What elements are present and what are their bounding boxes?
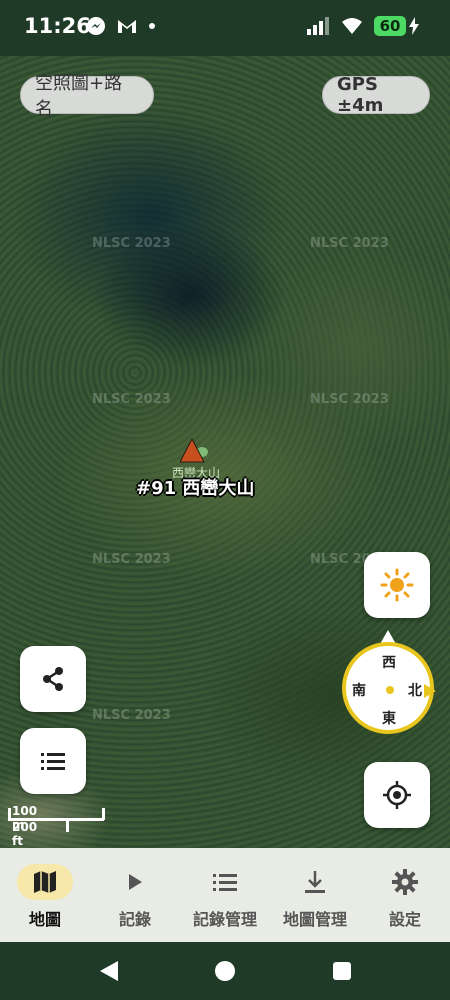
system-navigation-bar: [0, 942, 450, 1000]
bottom-navigation: 地圖 記錄 記錄管理 地圖管理 設定: [0, 848, 450, 942]
gmail-icon: [118, 20, 136, 33]
wifi-icon: [342, 18, 362, 34]
nav-label: 地圖: [28, 910, 61, 929]
nav-item-map-manage[interactable]: 地圖管理: [270, 848, 360, 942]
peak-label[interactable]: #91 西巒大山: [136, 474, 254, 500]
status-bar: 11:26 60: [0, 0, 450, 56]
nav-icon-container: [197, 864, 253, 900]
compass-north-arrow-icon: [424, 684, 436, 698]
nav-icon-container: [377, 864, 433, 900]
map-watermark: NLSC 2023: [92, 236, 171, 251]
gear-icon: [392, 869, 418, 895]
nav-icon-container: [107, 864, 163, 900]
notification-icons: [86, 16, 156, 36]
compass-right-label: 北: [408, 683, 422, 699]
battery-icon: 60: [374, 16, 420, 36]
compass[interactable]: 西 南 北 東: [342, 642, 434, 734]
nav-item-settings[interactable]: 設定: [360, 848, 450, 942]
gps-accuracy-button[interactable]: GPS ±4m: [322, 74, 430, 116]
map-view[interactable]: NLSC 2023 NLSC 2023 NLSC 2023 NLSC 2023 …: [0, 56, 450, 848]
back-icon[interactable]: [98, 960, 120, 982]
charging-icon: [409, 17, 419, 35]
messenger-icon: [87, 17, 105, 35]
locate-icon: [383, 781, 411, 809]
nav-item-map[interactable]: 地圖: [0, 848, 90, 942]
compass-center-dot: [386, 686, 394, 694]
my-location-button[interactable]: [364, 762, 430, 828]
scale-imperial: 200 ft: [12, 820, 38, 848]
home-icon[interactable]: [214, 960, 236, 982]
scale-tick: [102, 808, 105, 820]
system-icons: 60: [306, 16, 420, 36]
map-layer-button[interactable]: 空照圖+路名: [20, 73, 154, 120]
compass-left-label: 南: [352, 683, 366, 699]
brightness-button[interactable]: [364, 552, 430, 618]
compass-bottom-label: 東: [382, 711, 396, 727]
scale-tick: [66, 820, 69, 832]
nav-icon-container: [17, 864, 73, 900]
map-watermark: NLSC 2023: [310, 392, 389, 407]
nav-label: 地圖管理: [282, 910, 347, 929]
nav-label: 記錄管理: [192, 910, 257, 929]
signal-icon: [307, 17, 329, 35]
battery-level: 60: [374, 16, 406, 36]
nav-label: 設定: [388, 910, 421, 929]
nav-label: 記錄: [118, 910, 151, 929]
dot-icon: [149, 23, 155, 29]
nav-item-record[interactable]: 記錄: [90, 848, 180, 942]
map-icon: [34, 871, 56, 893]
peak-marker-icon[interactable]: [180, 438, 208, 464]
scale-tick: [8, 808, 11, 820]
share-button[interactable]: [20, 646, 86, 712]
scale-bar: [8, 818, 104, 821]
share-icon: [43, 667, 63, 691]
map-watermark: NLSC 2023: [92, 392, 171, 407]
map-watermark: NLSC 2023: [92, 708, 171, 723]
status-time: 11:26: [24, 14, 91, 38]
recents-icon[interactable]: [332, 961, 352, 981]
list-icon: [213, 874, 237, 891]
download-icon: [305, 871, 325, 893]
map-watermark: NLSC 2023: [92, 552, 171, 567]
play-icon: [129, 874, 142, 890]
sun-icon: [380, 568, 414, 602]
list-icon: [41, 753, 65, 770]
list-button[interactable]: [20, 728, 86, 794]
nav-icon-container: [287, 864, 343, 900]
map-watermark: NLSC 2023: [310, 236, 389, 251]
nav-item-record-manage[interactable]: 記錄管理: [180, 848, 270, 942]
compass-top-label: 西: [382, 655, 396, 671]
